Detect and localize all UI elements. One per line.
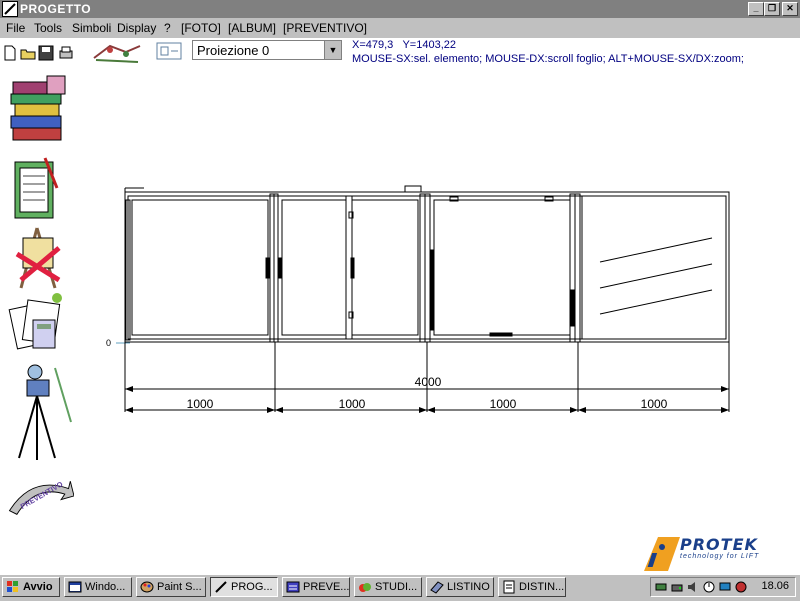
antivirus-icon[interactable] — [735, 581, 747, 593]
fruit-app-icon — [359, 583, 371, 592]
drawing-canvas[interactable]: 0 4000 1000 1000 1000 1000 — [0, 68, 800, 568]
menu-file[interactable]: File — [6, 21, 25, 35]
speaker-icon[interactable] — [687, 581, 699, 593]
new-file-icon[interactable] — [2, 45, 18, 61]
network-icon[interactable] — [655, 581, 667, 593]
taskbar-button-listino[interactable]: LISTINO — [426, 577, 494, 597]
app-icon[interactable] — [2, 1, 18, 17]
panel-frame — [124, 185, 730, 343]
form-app-icon — [286, 581, 300, 593]
system-tray: 18.06 — [650, 577, 796, 597]
pencil-icon — [4, 3, 16, 15]
dimension-segment-3: 1000 — [490, 397, 517, 411]
taskbar-button-preventivo[interactable]: PREVE... — [282, 577, 350, 597]
menu-album[interactable]: [ALBUM] — [228, 21, 276, 35]
taskbar-button-label: Windo... — [85, 581, 126, 593]
dimension-segment-1: 1000 — [187, 397, 214, 411]
view-frame-icon[interactable] — [156, 42, 182, 60]
book-app-icon — [430, 581, 444, 594]
print-icon[interactable] — [58, 45, 74, 61]
dimension-segment-4: 1000 — [641, 397, 668, 411]
origin-label: 0 — [106, 338, 111, 348]
logo-tagline: technology for LIFT — [680, 553, 760, 560]
minimize-button[interactable]: _ — [748, 2, 764, 16]
logo-brand: PROTEK — [680, 535, 758, 554]
menu-simboli[interactable]: Simboli — [72, 21, 111, 35]
chevron-down-icon[interactable]: ▼ — [324, 41, 341, 59]
protek-logo: PROTEK technology for LIFT — [640, 535, 800, 573]
restore-button[interactable]: ❐ — [764, 2, 780, 16]
taskbar-button-windows[interactable]: Windo... — [64, 577, 132, 597]
taskbar-button-label: LISTINO — [447, 581, 490, 593]
window-app-icon — [68, 581, 82, 593]
mouse-hint: MOUSE-SX:sel. elemento; MOUSE-DX:scroll … — [352, 53, 744, 65]
taskbar-button-label: PROG... — [231, 581, 273, 593]
start-button[interactable]: Avvio — [2, 577, 60, 597]
projection-value: Proiezione 0 — [197, 43, 270, 58]
title-bar[interactable]: PROGETTO _ ❐ ✕ — [0, 0, 800, 18]
taskbar-button-studio[interactable]: STUDI... — [354, 577, 422, 597]
modem-icon[interactable] — [671, 581, 683, 593]
menu-preventivo[interactable]: [PREVENTIVO] — [283, 21, 367, 35]
taskbar-button-label: DISTIN... — [519, 581, 565, 593]
menu-tools[interactable]: Tools — [34, 21, 62, 35]
pencil-icon — [215, 581, 227, 593]
save-icon[interactable] — [38, 45, 54, 61]
document-app-icon — [503, 580, 515, 594]
menu-bar: File Tools Simboli Display ? [FOTO] [ALB… — [0, 18, 800, 39]
menu-display[interactable]: Display — [117, 21, 156, 35]
protek-logo-mark — [644, 537, 680, 571]
window-title: PROGETTO — [20, 2, 92, 16]
taskbar-button-paint[interactable]: Paint S... — [136, 577, 206, 597]
windows-logo-icon — [7, 581, 18, 592]
clock[interactable]: 18.06 — [761, 580, 789, 592]
display-settings-icon[interactable] — [719, 581, 731, 593]
coords-readout: X=479,3 Y=1403,22 — [352, 39, 456, 51]
menu-help[interactable]: ? — [164, 21, 171, 35]
taskbar-button-distinta[interactable]: DISTIN... — [498, 577, 566, 597]
taskbar-button-progetto[interactable]: PROG... — [210, 577, 278, 597]
close-button[interactable]: ✕ — [782, 2, 798, 16]
taskbar: Avvio Windo... Paint S... PROG... PREVE.… — [0, 574, 800, 601]
scheduler-icon[interactable] — [703, 581, 715, 593]
coord-x: X=479,3 — [352, 39, 394, 51]
dimension-segment-2: 1000 — [339, 397, 366, 411]
taskbar-button-label: STUDI... — [375, 581, 418, 593]
dimension-total: 4000 — [415, 375, 442, 389]
glass-reflection-lines — [599, 237, 713, 315]
taskbar-button-label: PREVE... — [303, 581, 350, 593]
paint-palette-icon — [140, 581, 154, 593]
menu-foto[interactable]: [FOTO] — [181, 21, 221, 35]
projection-select[interactable]: Proiezione 0 ▼ — [192, 40, 342, 60]
open-folder-icon[interactable] — [20, 45, 36, 61]
start-label: Avvio — [23, 581, 53, 593]
coord-y: Y=1403,22 — [402, 39, 456, 51]
album-toolbar-icon[interactable] — [90, 40, 144, 66]
taskbar-button-label: Paint S... — [157, 581, 202, 593]
